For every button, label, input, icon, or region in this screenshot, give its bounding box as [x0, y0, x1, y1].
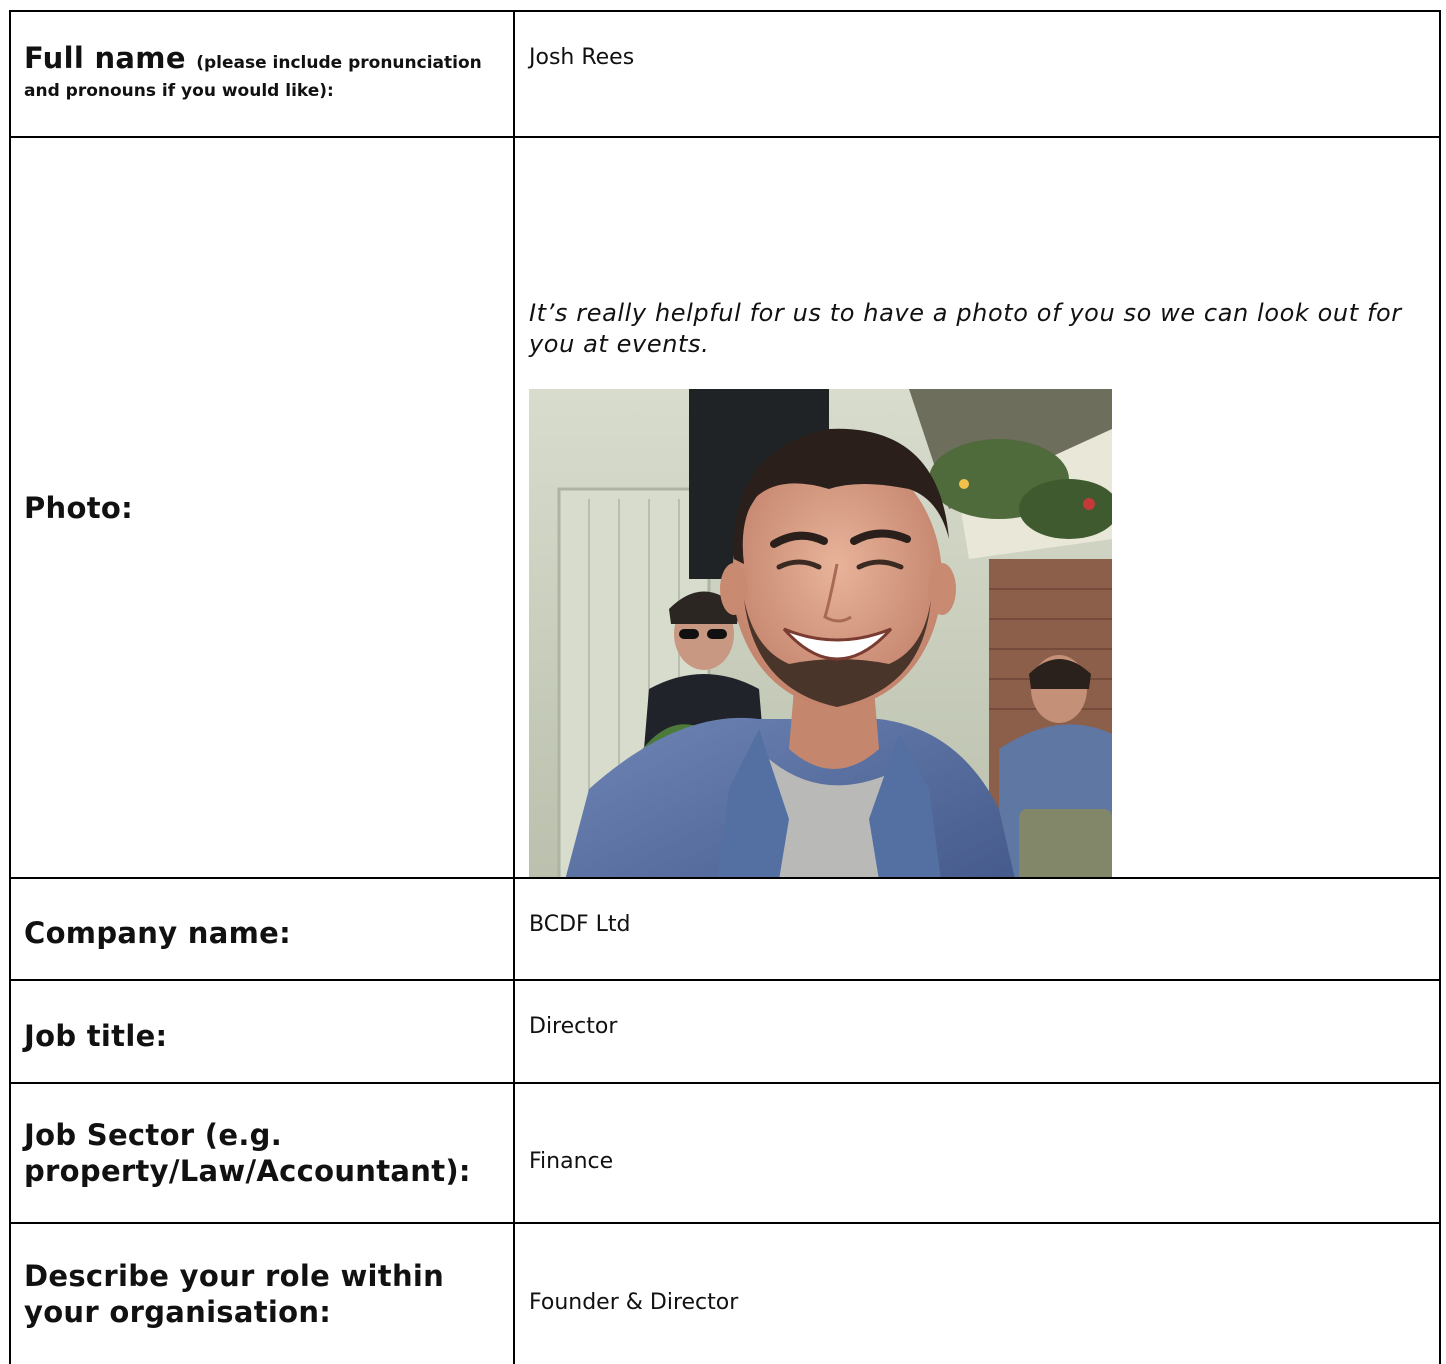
role-label: Describe your role within your organisat… — [24, 1259, 445, 1329]
job-title-value: Director — [529, 1014, 618, 1039]
job-sector-value-cell: Finance — [515, 1084, 1439, 1222]
photo-label-cell: Photo: — [11, 138, 515, 877]
photo-value-cell: It’s really helpful for us to have a pho… — [515, 138, 1439, 877]
job-title-label-cell: Job title: — [11, 981, 515, 1082]
role-label-cell: Describe your role within your organisat… — [11, 1224, 515, 1364]
profile-photo-illustration — [529, 389, 1112, 877]
full-name-label-cell: Full name (please include pronunciation … — [11, 12, 515, 136]
role-value-cell: Founder & Director — [515, 1224, 1439, 1364]
job-title-value-cell: Director — [515, 981, 1439, 1082]
role-value: Founder & Director — [529, 1289, 739, 1315]
row-job-sector: Job Sector (e.g. property/Law/Accountant… — [11, 1084, 1439, 1224]
profile-form-table: Full name (please include pronunciation … — [9, 10, 1441, 1364]
job-sector-label-cell: Job Sector (e.g. property/Law/Accountant… — [11, 1084, 515, 1222]
full-name-label: Full name (please include pronunciation … — [24, 44, 503, 102]
row-job-title: Job title: Director — [11, 981, 1439, 1084]
company-name-label: Company name: — [24, 916, 291, 950]
job-sector-value: Finance — [529, 1148, 614, 1174]
job-title-label: Job title: — [24, 1018, 168, 1053]
company-name-value-cell: BCDF Ltd — [515, 879, 1439, 979]
full-name-value: Josh Rees — [529, 45, 635, 70]
row-full-name: Full name (please include pronunciation … — [11, 12, 1439, 138]
job-sector-label: Job Sector (e.g. property/Law/Accountant… — [24, 1118, 471, 1188]
photo-note: It’s really helpful for us to have a pho… — [529, 299, 1402, 358]
full-name-label-text: Full name — [24, 41, 186, 75]
company-name-label-cell: Company name: — [11, 879, 515, 979]
row-company-name: Company name: BCDF Ltd — [11, 879, 1439, 981]
photo-label: Photo: — [24, 490, 134, 525]
company-name-value: BCDF Ltd — [529, 912, 631, 937]
profile-photo — [529, 389, 1112, 877]
row-role-description: Describe your role within your organisat… — [11, 1224, 1439, 1364]
full-name-value-cell: Josh Rees — [515, 12, 1439, 136]
row-photo: Photo: It’s really helpful for us to hav… — [11, 138, 1439, 879]
